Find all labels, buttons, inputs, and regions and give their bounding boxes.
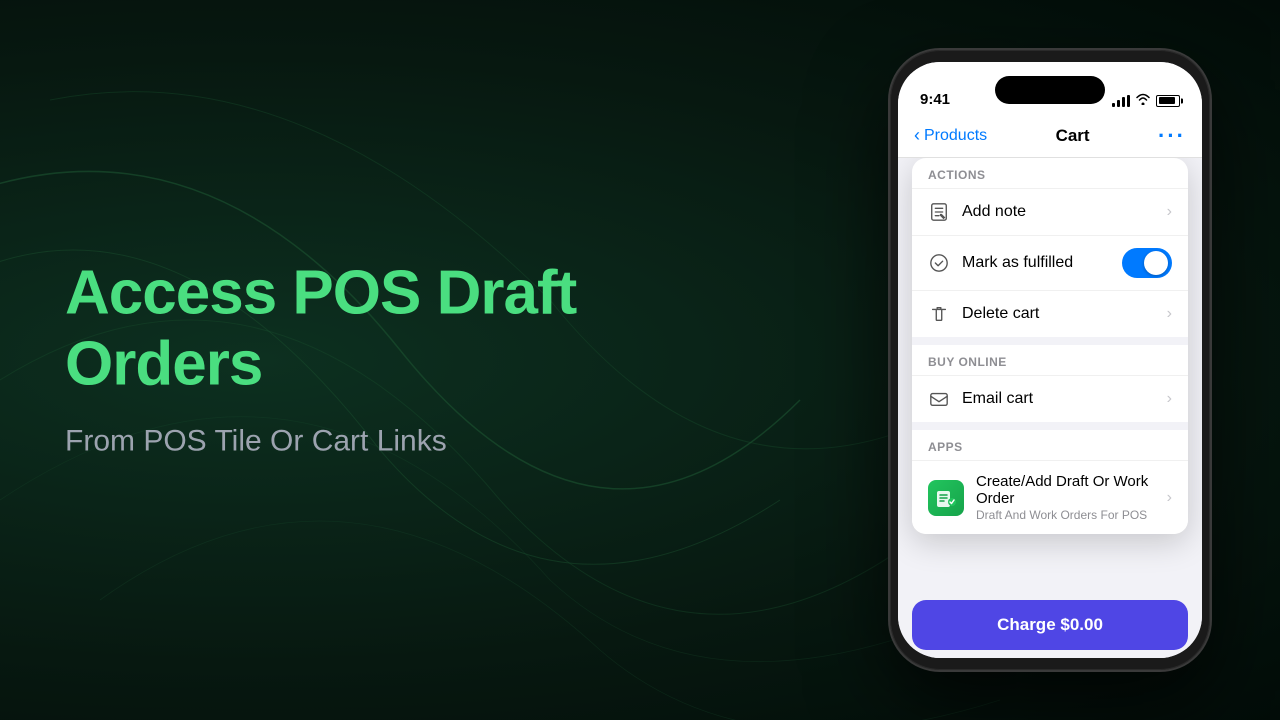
nav-back-label: Products bbox=[924, 127, 987, 145]
app-item-title: Create/Add Draft Or Work Order bbox=[976, 473, 1155, 507]
app-item-chevron: › bbox=[1167, 489, 1172, 507]
nav-back-button[interactable]: ‹ Products bbox=[914, 125, 987, 146]
add-note-chevron: › bbox=[1167, 203, 1172, 221]
section-divider-1 bbox=[912, 337, 1188, 345]
charge-button[interactable]: Charge $0.00 bbox=[912, 600, 1188, 650]
phone-screen: 9:41 bbox=[898, 62, 1202, 658]
email-cart-item[interactable]: Email cart › bbox=[912, 375, 1188, 422]
phone-shell: 9:41 bbox=[890, 50, 1210, 670]
note-icon bbox=[928, 201, 950, 223]
add-note-item[interactable]: Add note › bbox=[912, 188, 1188, 235]
app-icon bbox=[928, 480, 964, 516]
mark-fulfilled-toggle[interactable] bbox=[1122, 248, 1172, 278]
back-chevron-icon: ‹ bbox=[914, 125, 920, 146]
email-cart-label: Email cart bbox=[962, 390, 1155, 408]
trash-icon bbox=[928, 303, 950, 325]
nav-title: Cart bbox=[1056, 126, 1090, 146]
battery-icon bbox=[1156, 95, 1180, 107]
status-icons bbox=[1112, 93, 1180, 108]
delete-cart-chevron: › bbox=[1167, 305, 1172, 323]
charge-button-label: Charge $0.00 bbox=[997, 615, 1103, 635]
email-cart-chevron: › bbox=[1167, 390, 1172, 408]
add-note-label: Add note bbox=[962, 203, 1155, 221]
email-icon bbox=[928, 388, 950, 410]
main-heading: Access POS Draft Orders bbox=[65, 258, 745, 401]
nav-more-button[interactable]: ··· bbox=[1158, 125, 1186, 147]
mark-fulfilled-item[interactable]: Mark as fulfilled bbox=[912, 235, 1188, 290]
delete-cart-item[interactable]: Delete cart › bbox=[912, 290, 1188, 337]
wifi-icon bbox=[1135, 93, 1151, 108]
sub-heading: From POS Tile Or Cart Links bbox=[65, 420, 745, 462]
apps-section-header: APPS bbox=[912, 430, 1188, 460]
delete-cart-label: Delete cart bbox=[962, 305, 1155, 323]
signal-icon bbox=[1112, 95, 1130, 107]
dropdown-menu: ACTIONS Add note › bbox=[912, 158, 1188, 534]
draft-work-order-item[interactable]: Create/Add Draft Or Work Order Draft And… bbox=[912, 460, 1188, 534]
app-item-subtitle: Draft And Work Orders For POS bbox=[976, 508, 1155, 522]
actions-section-header: ACTIONS bbox=[912, 158, 1188, 188]
left-content: Access POS Draft Orders From POS Tile Or… bbox=[65, 258, 745, 463]
buy-online-section-header: BUY ONLINE bbox=[912, 345, 1188, 375]
phone-mockup: 9:41 bbox=[890, 50, 1210, 670]
status-time: 9:41 bbox=[920, 91, 950, 108]
mark-fulfilled-label: Mark as fulfilled bbox=[962, 254, 1110, 272]
nav-bar: ‹ Products Cart ··· bbox=[898, 114, 1202, 158]
section-divider-2 bbox=[912, 422, 1188, 430]
dynamic-island bbox=[995, 76, 1105, 104]
check-circle-icon bbox=[928, 252, 950, 274]
